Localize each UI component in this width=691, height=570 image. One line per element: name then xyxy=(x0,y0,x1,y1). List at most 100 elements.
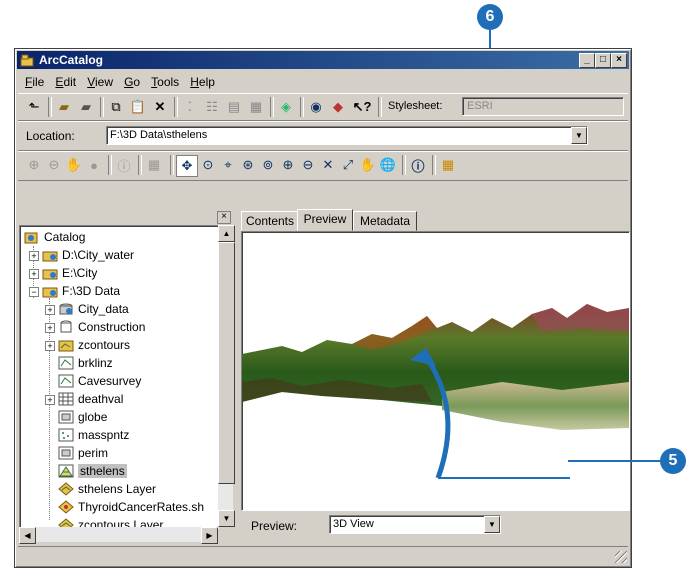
expand-fov-icon[interactable]: ⤢ xyxy=(338,155,358,175)
zoom-in-icon[interactable]: ⊕ xyxy=(24,155,44,175)
collapse-icon[interactable]: − xyxy=(29,287,39,297)
menu-view[interactable]: View xyxy=(86,73,114,91)
tab-contents[interactable]: Contents xyxy=(241,211,299,231)
menu-file[interactable]: File xyxy=(24,73,45,91)
maximize-button[interactable]: □ xyxy=(595,53,611,68)
zoom-out-3d-icon[interactable]: ⊖ xyxy=(298,155,318,175)
zoom-out-icon[interactable]: ⊖ xyxy=(44,155,64,175)
tree-item-masspntz[interactable]: masspntz xyxy=(58,426,129,444)
expand-icon[interactable]: + xyxy=(45,395,55,405)
resize-grip-icon[interactable] xyxy=(615,551,627,563)
toolbar-separator xyxy=(300,97,304,117)
geodatabase-icon xyxy=(58,302,74,316)
thumbnails-icon[interactable]: ▦ xyxy=(246,97,266,117)
zoom-in-3d-icon[interactable]: ⊕ xyxy=(278,155,298,175)
catalog-tree-panel: × Catalog + D:\City_water + E:\City − F:… xyxy=(19,211,235,544)
details-icon[interactable]: ▤ xyxy=(224,97,244,117)
scroll-thumb[interactable] xyxy=(218,242,235,484)
arccatalog-icon xyxy=(20,53,34,67)
tree-vertical-scrollbar[interactable]: ▲ ▼ xyxy=(218,225,235,527)
create-thumbnail-icon[interactable]: ▦ xyxy=(144,155,164,175)
expand-icon[interactable]: + xyxy=(29,251,39,261)
set-observer-icon[interactable]: ⊚ xyxy=(258,155,278,175)
toolbar-separator xyxy=(100,97,104,117)
title-bar[interactable]: ArcCatalog _ □ × xyxy=(17,51,629,69)
toolbar-separator xyxy=(108,155,112,175)
tree-item-label: D:\City_water xyxy=(62,248,135,262)
status-bar xyxy=(18,546,628,564)
create-thumbnail-3d-icon[interactable]: ▦ xyxy=(438,155,458,175)
menu-go[interactable]: Go xyxy=(123,73,141,91)
location-input[interactable]: F:\3D Data\sthelens ▼ xyxy=(106,126,588,145)
tree-item-catalog[interactable]: Catalog xyxy=(24,228,85,246)
tree-item-sthelens-layer[interactable]: sthelens Layer xyxy=(58,480,156,498)
pan-3d-icon[interactable]: ✋ xyxy=(358,155,378,175)
connect-folder-icon[interactable]: ▰ xyxy=(54,97,74,117)
large-icons-icon[interactable]: ⁚ xyxy=(180,97,200,117)
layer-file-icon xyxy=(58,500,74,514)
tree-horizontal-scrollbar[interactable]: ◀ ▶ xyxy=(19,527,218,544)
expand-icon[interactable]: + xyxy=(45,323,55,333)
menu-edit[interactable]: Edit xyxy=(54,73,77,91)
tree-item-brklinz[interactable]: brklinz xyxy=(58,354,113,372)
launch-arcmap-icon[interactable]: ◈ xyxy=(276,97,296,117)
folder-connection-icon xyxy=(42,266,58,280)
navigate-icon[interactable]: ✥ xyxy=(176,155,198,177)
tree-item-f-3d-data[interactable]: F:\3D Data xyxy=(42,282,120,300)
center-on-target-icon[interactable]: ⌖ xyxy=(218,155,238,175)
tree-item-deathval[interactable]: deathval xyxy=(58,390,123,408)
preview-3d-view[interactable] xyxy=(241,231,630,511)
close-button[interactable]: × xyxy=(611,53,627,68)
whats-this-icon[interactable]: ↖? xyxy=(352,97,372,117)
identify-icon[interactable]: ⓘ xyxy=(114,155,134,175)
tree-item-e-city[interactable]: E:\City xyxy=(42,264,97,282)
arctoolbox-icon[interactable]: ◆ xyxy=(328,97,348,117)
list-icon[interactable]: ☷ xyxy=(202,97,222,117)
narrow-fov-icon[interactable]: ✕ xyxy=(318,155,338,175)
tree-item-perim[interactable]: perim xyxy=(58,444,108,462)
full-extent-icon[interactable]: ● xyxy=(84,155,104,175)
pan-icon[interactable]: ✋ xyxy=(64,155,84,175)
scroll-right-button[interactable]: ▶ xyxy=(201,527,218,544)
delete-icon[interactable]: ✕ xyxy=(150,97,170,117)
tree-item-d-city-water[interactable]: D:\City_water xyxy=(42,246,134,264)
menu-tools[interactable]: Tools xyxy=(150,73,180,91)
tree-item-construction[interactable]: Construction xyxy=(58,318,145,336)
scroll-down-button[interactable]: ▼ xyxy=(218,510,235,527)
stylesheet-select[interactable]: ESRI xyxy=(462,97,624,116)
scroll-left-button[interactable]: ◀ xyxy=(19,527,36,544)
identify-3d-icon[interactable]: ⓘ xyxy=(408,155,428,175)
stylesheet-label: Stylesheet: xyxy=(388,100,443,112)
copy-icon[interactable]: ⧉ xyxy=(106,97,126,117)
up-one-level-icon[interactable]: ⬑ xyxy=(24,97,44,117)
database-icon xyxy=(58,320,74,334)
tree-item-label: F:\3D Data xyxy=(62,284,121,298)
tree-item-thyroid-cancer-rates[interactable]: ThyroidCancerRates.sh xyxy=(58,498,204,516)
expand-icon[interactable]: + xyxy=(29,269,39,279)
tree-item-cavesurvey[interactable]: Cavesurvey xyxy=(58,372,141,390)
location-dropdown-button[interactable]: ▼ xyxy=(571,127,587,144)
expand-icon[interactable]: + xyxy=(45,305,55,315)
toolbar-separator xyxy=(378,97,382,117)
tree-item-zcontours[interactable]: zcontours xyxy=(58,336,130,354)
search-icon[interactable]: ◉ xyxy=(306,97,326,117)
disconnect-folder-icon[interactable]: ▰ xyxy=(76,97,96,117)
scroll-up-button[interactable]: ▲ xyxy=(218,225,235,242)
tree-item-city-data[interactable]: City_data xyxy=(58,300,129,318)
tree-item-label: Catalog xyxy=(44,230,86,244)
minimize-button[interactable]: _ xyxy=(579,53,595,68)
full-extent-3d-icon[interactable]: 🌐 xyxy=(378,155,398,175)
panel-close-button[interactable]: × xyxy=(217,211,231,224)
tab-metadata[interactable]: Metadata xyxy=(353,211,417,231)
tab-preview[interactable]: Preview xyxy=(297,209,353,231)
tree-item-sthelens[interactable]: sthelens xyxy=(58,462,127,480)
expand-icon[interactable]: + xyxy=(45,341,55,351)
menu-help[interactable]: Help xyxy=(189,73,216,91)
paste-icon[interactable]: 📋 xyxy=(128,97,148,117)
tree-item-globe[interactable]: globe xyxy=(58,408,107,426)
zoom-in-out-icon[interactable]: ⊙ xyxy=(198,155,218,175)
preview-select[interactable]: 3D View ▼ xyxy=(329,515,501,534)
preview-dropdown-button[interactable]: ▼ xyxy=(484,516,500,533)
zoom-to-target-icon[interactable]: ⊛ xyxy=(238,155,258,175)
toolbar-separator xyxy=(270,97,274,117)
